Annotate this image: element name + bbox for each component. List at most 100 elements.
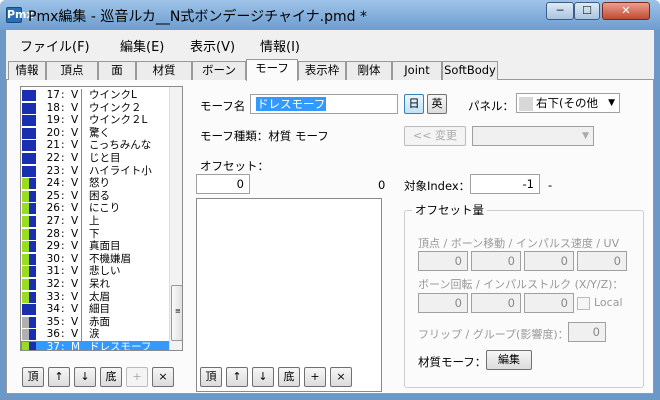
list-item[interactable]: 33: V 太眉 bbox=[21, 290, 169, 304]
title-bar[interactable]: Pmx Pmx編集 - 巡音ルカ__N式ボンデージチャイナ.pmd * ─ ☐ … bbox=[0, 0, 660, 30]
category-marker bbox=[29, 115, 36, 127]
change-button[interactable]: << 変更 bbox=[404, 126, 466, 146]
list-item[interactable]: 31: V 悲しい bbox=[21, 265, 169, 279]
offset-x-input[interactable]: 0 bbox=[418, 251, 468, 271]
tab-strip: 情報 頂点 面 材質 ボーン モーフ 表示枠 剛体 Joint SoftBody bbox=[6, 59, 654, 81]
list-add-button[interactable]: + bbox=[126, 367, 148, 387]
category-marker bbox=[29, 253, 36, 265]
list-item-type: V bbox=[71, 252, 79, 265]
list-item-name: 太眉 bbox=[89, 290, 110, 303]
list-item[interactable]: 37: M ドレスモーフ bbox=[21, 341, 169, 350]
tab-material[interactable]: 材質 bbox=[136, 61, 192, 80]
list-item[interactable]: 18: V ウインク２ bbox=[21, 101, 169, 115]
lang-en-button[interactable]: 英 bbox=[427, 94, 447, 114]
tab-bone[interactable]: ボーン bbox=[192, 61, 246, 80]
offset-w-input[interactable]: 0 bbox=[577, 251, 627, 271]
close-button[interactable]: ✕ bbox=[602, 2, 650, 20]
tab-rigidbody[interactable]: 剛体 bbox=[346, 61, 392, 80]
morph-name-input[interactable]: ドレスモーフ bbox=[250, 94, 398, 114]
target-index-input[interactable]: -1 bbox=[470, 174, 540, 194]
list-item-separator: : bbox=[61, 315, 68, 328]
offset-row1-label: 頂点 / ボーン移動 / インパルス速度 / UV bbox=[418, 237, 620, 250]
scrollbar-thumb[interactable]: ≡ bbox=[171, 285, 182, 341]
column-divider bbox=[81, 215, 82, 228]
offset-delete-button[interactable]: × bbox=[330, 367, 352, 387]
tab-vertex[interactable]: 頂点 bbox=[46, 61, 98, 80]
tab-display-frame[interactable]: 表示枠 bbox=[298, 61, 346, 80]
offset-top-button[interactable]: 頂 bbox=[200, 367, 222, 387]
list-delete-button[interactable]: × bbox=[152, 367, 174, 387]
tab-face[interactable]: 面 bbox=[98, 61, 136, 80]
list-item[interactable]: 28: V下 bbox=[21, 227, 169, 241]
rotation-y-input[interactable]: 0 bbox=[471, 293, 521, 313]
rotation-x-input[interactable]: 0 bbox=[418, 293, 468, 313]
morph-type-label: モーフ種類：材質 モーフ bbox=[200, 129, 329, 143]
material-morph-label: 材質モーフ： bbox=[418, 355, 487, 369]
offset-index-input[interactable]: 0 bbox=[196, 174, 250, 194]
list-item-separator: : bbox=[61, 114, 68, 127]
app-icon: Pmx bbox=[6, 7, 34, 23]
list-item-separator: : bbox=[61, 278, 68, 290]
panel-color-marker bbox=[22, 329, 29, 341]
offset-add-button[interactable]: + bbox=[304, 367, 326, 387]
list-item-type: V bbox=[71, 164, 79, 177]
list-item[interactable]: 29: V 真面目 bbox=[21, 240, 169, 254]
maximize-button[interactable]: ☐ bbox=[574, 2, 600, 20]
list-item[interactable]: 35: V 赤面 bbox=[21, 315, 169, 329]
local-label: Local bbox=[594, 296, 623, 309]
list-item[interactable]: 26: V にこり bbox=[21, 202, 169, 216]
application-window: Pmx Pmx編集 - 巡音ルカ__N式ボンデージチャイナ.pmd * ─ ☐ … bbox=[0, 0, 660, 400]
local-checkbox[interactable] bbox=[577, 297, 590, 310]
menu-info[interactable]: 情報(I) bbox=[260, 36, 300, 55]
list-item[interactable]: 20: V 驚く bbox=[21, 126, 169, 140]
list-item[interactable]: 21: V こっちみんな bbox=[21, 139, 169, 153]
list-item-type: V bbox=[71, 152, 79, 164]
lang-jp-button[interactable]: 日 bbox=[404, 94, 424, 114]
change-type-select[interactable]: ▼ bbox=[472, 126, 594, 146]
list-item-type: V bbox=[71, 89, 79, 101]
column-divider bbox=[81, 227, 82, 241]
menu-view[interactable]: 表示(V) bbox=[190, 36, 235, 55]
list-item[interactable]: 23: V ハイライト小 bbox=[21, 164, 169, 178]
panel-color-marker bbox=[22, 241, 29, 253]
offset-row2-label: ボーン回転 / インパルストルク (X/Y/Z)： bbox=[418, 278, 624, 291]
category-marker bbox=[29, 316, 36, 328]
column-divider bbox=[81, 278, 82, 291]
list-item[interactable]: 17: V ウインクL bbox=[21, 89, 169, 102]
panel-select[interactable]: 右下(その他 ▼ bbox=[516, 93, 620, 113]
offset-bottom-button[interactable]: 底 bbox=[278, 367, 300, 387]
list-item[interactable]: 30: V 不機嫌眉 bbox=[21, 252, 169, 266]
tab-morph[interactable]: モーフ bbox=[246, 59, 298, 81]
list-item[interactable]: 27: V上 bbox=[21, 215, 169, 228]
offset-y-input[interactable]: 0 bbox=[471, 251, 521, 271]
offset-up-button[interactable]: ↑ bbox=[226, 367, 248, 387]
morph-list[interactable]: 17: V ウインクL 18: V ウインク２ 19: V ウインク２L 20: V 驚く 21… bbox=[20, 86, 183, 351]
list-bottom-button[interactable]: 底 bbox=[100, 367, 122, 387]
list-item[interactable]: 32: V 呆れ bbox=[21, 278, 169, 291]
offset-down-button[interactable]: ↓ bbox=[252, 367, 274, 387]
tab-joint[interactable]: Joint bbox=[392, 61, 442, 80]
list-item[interactable]: 25: V 困る bbox=[21, 189, 169, 203]
list-up-button[interactable]: ↑ bbox=[48, 367, 70, 387]
list-item[interactable]: 36: V涙 bbox=[21, 328, 169, 342]
list-scrollbar[interactable]: ≡ bbox=[169, 87, 182, 350]
tab-softbody[interactable]: SoftBody bbox=[442, 61, 498, 80]
offset-z-input[interactable]: 0 bbox=[524, 251, 574, 271]
list-item[interactable]: 19: V ウインク２L bbox=[21, 114, 169, 128]
offset-list[interactable] bbox=[196, 198, 382, 392]
flip-group-input[interactable]: 0 bbox=[568, 322, 606, 342]
menu-file[interactable]: ファイル(F) bbox=[20, 36, 90, 55]
list-item-separator: : bbox=[61, 215, 68, 227]
list-item-type: V bbox=[71, 139, 79, 152]
list-item[interactable]: 22: V じと目 bbox=[21, 152, 169, 165]
tab-info[interactable]: 情報 bbox=[8, 61, 46, 80]
list-down-button[interactable]: ↓ bbox=[74, 367, 96, 387]
list-item[interactable]: 24: V 怒り bbox=[21, 177, 169, 191]
minimize-button[interactable]: ─ bbox=[546, 2, 574, 20]
list-item[interactable]: 34: V 細目 bbox=[21, 303, 169, 317]
menu-edit[interactable]: 編集(E) bbox=[120, 36, 164, 55]
material-edit-button[interactable]: 編集 bbox=[486, 350, 532, 370]
column-divider bbox=[81, 290, 82, 304]
rotation-z-input[interactable]: 0 bbox=[524, 293, 574, 313]
list-top-button[interactable]: 頂 bbox=[22, 367, 44, 387]
